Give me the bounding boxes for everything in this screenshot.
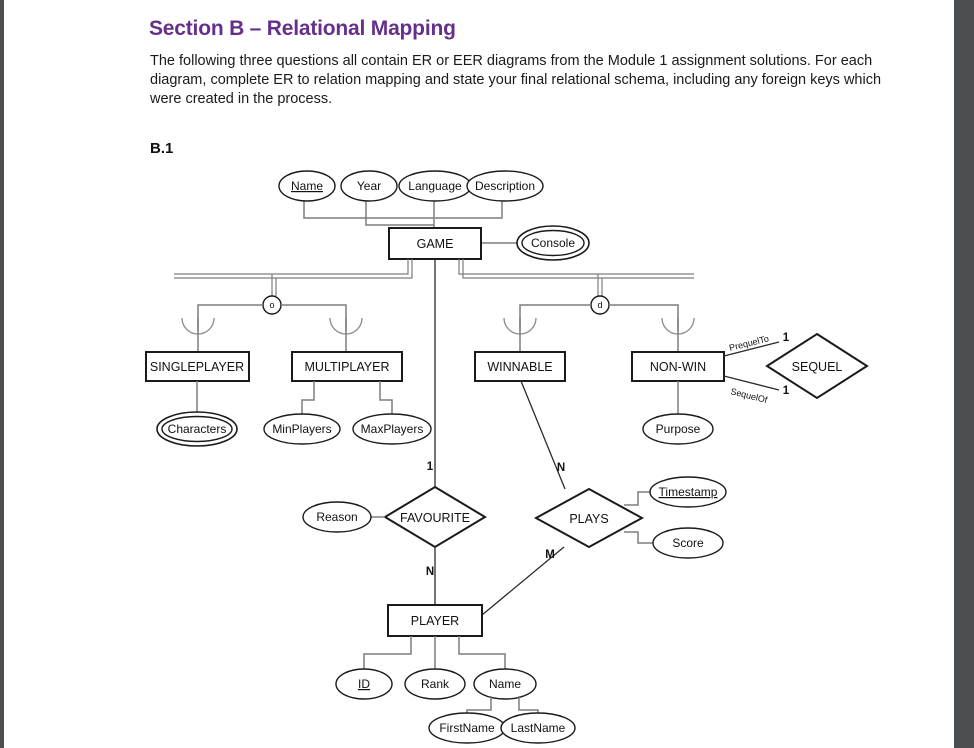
connector-name-firstname <box>466 696 492 713</box>
attribute-purpose-label: Purpose <box>656 422 701 436</box>
attribute-timestamp-label: Timestamp <box>659 485 718 499</box>
attribute-minplayers-label: MinPlayers <box>272 422 331 436</box>
entity-player: PLAYER <box>387 604 483 637</box>
entity-nonwin-label: NON-WIN <box>650 360 706 374</box>
attribute-year: Year <box>340 170 398 202</box>
specialization-circle-disjoint: d <box>590 295 610 315</box>
entity-player-label: PLAYER <box>411 614 459 628</box>
attribute-language: Language <box>398 170 472 202</box>
connector-game-year <box>365 200 434 226</box>
connector-multiplayer-maxplayers <box>379 381 393 414</box>
attribute-timestamp: Timestamp <box>649 476 727 508</box>
entity-multiplayer-label: MULTIPLAYER <box>305 360 390 374</box>
attribute-lastname: LastName <box>500 712 576 744</box>
attribute-maxplayers: MaxPlayers <box>352 413 432 445</box>
attribute-minplayers: MinPlayers <box>263 413 341 445</box>
relationship-plays: PLAYS <box>533 487 645 549</box>
cardinality-game-favourite: 1 <box>427 461 434 473</box>
document-page: Section B – Relational Mapping The follo… <box>4 0 954 748</box>
specialization-circle-overlapping: o <box>262 295 282 315</box>
attribute-firstname-label: FirstName <box>439 721 495 735</box>
connector-o-to-multiplayer <box>281 304 347 331</box>
connector-game-spec-right-a <box>458 259 694 275</box>
connector-game-description <box>435 200 503 219</box>
attribute-console-multivalued: Console <box>516 225 590 261</box>
cardinality-winnable-plays: N <box>557 462 565 474</box>
relationship-plays-label: PLAYS <box>569 512 608 526</box>
attribute-firstname: FirstName <box>428 712 506 744</box>
connector-d-to-winnable <box>519 304 591 331</box>
cardinality-favourite-player: N <box>426 566 434 578</box>
attribute-score: Score <box>652 527 724 559</box>
attribute-characters-multivalued: Characters <box>156 411 238 447</box>
attribute-id-label: ID <box>358 677 370 691</box>
entity-nonwin: NON-WIN <box>631 351 725 382</box>
attribute-score-label: Score <box>672 536 704 550</box>
entity-winnable: WINNABLE <box>474 351 566 382</box>
connector-o-to-singleplayer <box>197 304 263 331</box>
role-label-sequelof: SequelOf <box>730 386 769 405</box>
connector-game-spec-left-b <box>174 259 413 279</box>
connector-game-spec-right-b <box>462 259 694 279</box>
connector-name-lastname <box>518 696 539 713</box>
attribute-console-label: Console <box>531 236 575 250</box>
attribute-rank-label: Rank <box>421 677 450 691</box>
connector-plays-timestamp <box>624 491 652 506</box>
connector-d-to-nonwin <box>609 304 679 331</box>
entity-winnable-label: WINNABLE <box>487 360 552 374</box>
cardinality-plays-player: M <box>545 549 555 561</box>
attribute-player-name-label: Name <box>489 677 521 691</box>
attribute-year-label: Year <box>357 179 381 193</box>
specialization-d-label: d <box>597 300 602 310</box>
attribute-reason: Reason <box>302 501 372 533</box>
attribute-name: Name <box>278 170 336 202</box>
connector-player-name <box>458 636 506 669</box>
entity-singleplayer: SINGLEPLAYER <box>145 351 250 382</box>
attribute-lastname-label: LastName <box>511 721 566 735</box>
entity-game: GAME <box>388 227 482 260</box>
entity-singleplayer-label: SINGLEPLAYER <box>150 360 244 374</box>
attribute-characters-label: Characters <box>168 422 227 436</box>
attribute-player-id: ID <box>335 668 393 700</box>
connector-multiplayer-minplayers <box>301 381 315 414</box>
cardinality-sequel-of: 1 <box>783 385 790 397</box>
attribute-name-label: Name <box>291 179 323 193</box>
attribute-description: Description <box>466 170 544 202</box>
attribute-purpose: Purpose <box>642 413 714 445</box>
er-diagram: Name Year Language Description Console G… <box>145 170 869 744</box>
specialization-o-label: o <box>269 300 274 310</box>
connector-plays-score <box>624 531 654 544</box>
relationship-sequel-label: SEQUEL <box>792 360 843 374</box>
attribute-language-label: Language <box>408 179 462 193</box>
connector-player-id <box>363 636 412 669</box>
right-scrollbar-gutter[interactable] <box>954 0 974 748</box>
entity-game-label: GAME <box>417 237 454 251</box>
attribute-reason-label: Reason <box>316 510 357 524</box>
screenshot-page: Section B – Relational Mapping The follo… <box>0 0 974 748</box>
attribute-description-label: Description <box>475 179 535 193</box>
attribute-player-name: Name <box>473 668 537 700</box>
connector-game-spec-left-a <box>174 259 409 275</box>
cardinality-sequel-prequel: 1 <box>783 332 790 344</box>
relationship-favourite: FAVOURITE <box>383 485 487 549</box>
attribute-player-rank: Rank <box>404 668 466 700</box>
entity-multiplayer: MULTIPLAYER <box>291 351 403 382</box>
attribute-maxplayers-label: MaxPlayers <box>361 422 424 436</box>
relationship-favourite-label: FAVOURITE <box>400 511 470 525</box>
